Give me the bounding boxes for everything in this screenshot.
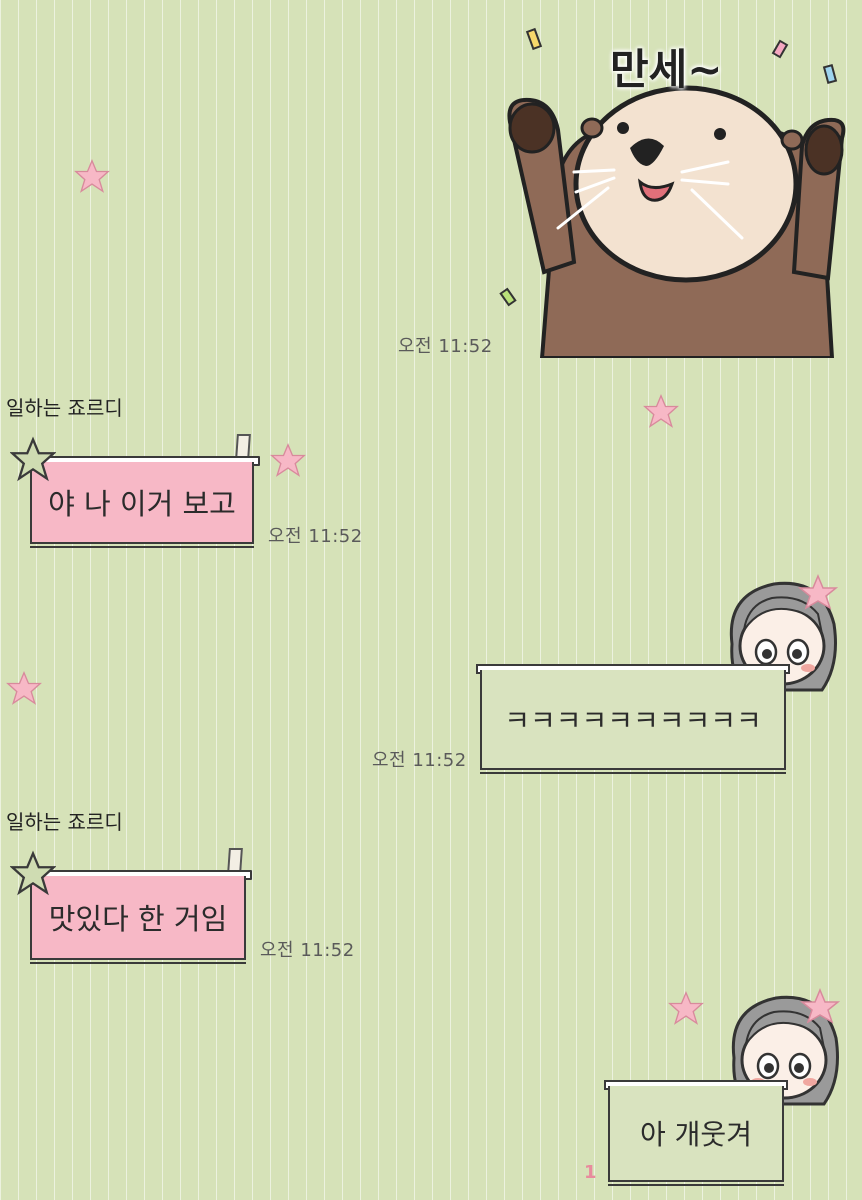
sticker-caption: 만세~ <box>610 45 723 94</box>
message-time: 오전 11:52 <box>398 336 493 357</box>
received-bubble[interactable]: 맛있다 한 거임 <box>24 848 252 964</box>
sent-bubble[interactable]: 아 개웃겨 <box>604 1080 788 1186</box>
message-time: 오전 11:52 <box>372 750 467 771</box>
green-star-icon <box>10 436 56 482</box>
pink-star-icon <box>74 158 110 193</box>
pink-star-icon <box>6 670 42 705</box>
message-text: ㅋㅋㅋㅋㅋㅋㅋㅋㅋㅋ <box>480 670 786 774</box>
pink-star-icon <box>643 393 679 428</box>
unread-count-badge: 1 <box>584 1162 597 1183</box>
received-bubble[interactable]: 야 나 이거 보고 <box>24 434 260 548</box>
message-time: 오전 11:52 <box>268 526 363 547</box>
sender-name: 일하는 죠르디 <box>6 810 123 834</box>
pink-star-icon <box>668 990 704 1025</box>
sent-bubble[interactable]: ㅋㅋㅋㅋㅋㅋㅋㅋㅋㅋ <box>476 664 790 774</box>
message-text: 아 개웃겨 <box>608 1086 784 1186</box>
otter-sticker[interactable]: 만세~ <box>496 22 852 360</box>
message-time: 오전 11:52 <box>260 940 355 961</box>
message-text: 맛있다 한 거임 <box>30 876 246 964</box>
sender-name: 일하는 죠르디 <box>6 396 123 420</box>
pink-star-icon <box>270 442 306 477</box>
message-text: 야 나 이거 보고 <box>30 462 254 548</box>
green-star-icon <box>10 850 56 896</box>
